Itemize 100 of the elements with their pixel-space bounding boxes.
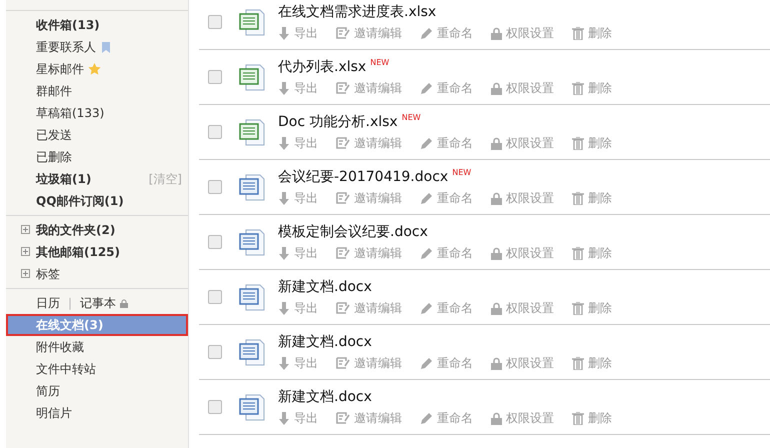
folder-item[interactable]: 星标邮件 [6,58,188,80]
folder-label[interactable]: 其他邮箱(125) [36,244,120,260]
folder-label[interactable]: 重要联系人 [36,38,96,56]
star-icon [88,63,101,75]
folder-item[interactable]: 简历 [6,380,188,402]
folder-item[interactable]: 明信片 [6,402,188,424]
checkbox[interactable] [208,400,222,414]
edit-icon [336,357,350,369]
folder-label[interactable]: 文件中转站 [36,360,96,378]
lock-icon [491,356,502,370]
lock-icon [491,136,502,150]
file-name[interactable]: 代办列表.xlsx [278,58,366,76]
lock-icon [120,298,128,308]
checkbox[interactable] [208,125,222,139]
folder-label[interactable]: 附件收藏 [36,338,84,356]
folder-label[interactable]: 日历 [36,294,60,312]
edit-icon [336,247,350,259]
file-name[interactable]: 新建文档.docx [278,388,372,406]
folder-item[interactable]: 日历 | 记事本 [6,292,188,314]
folder-item[interactable]: QQ邮件订阅(1) [6,190,188,212]
pencil-icon [420,26,433,40]
document-file-icon [238,282,266,312]
pencil-icon [420,412,433,424]
folder-item[interactable]: 附件收藏 [6,336,188,358]
file-name[interactable]: 在线文档需求进度表.xlsx [278,2,436,20]
checkbox[interactable] [208,180,222,194]
trash-icon [572,26,584,40]
notebook-link[interactable]: 记事本 [80,294,116,312]
folder-item[interactable]: 群邮件 [6,80,188,102]
download-icon [278,412,290,424]
trash-icon [572,136,584,150]
folder-item[interactable]: 已发送 [6,124,188,146]
folder-item[interactable]: 已删除 [6,146,188,168]
folder-item[interactable]: 其他邮箱(125) [6,241,188,263]
file-name[interactable]: 新建文档.docx [278,278,372,296]
lock-icon [491,412,502,424]
lock-icon [491,26,502,40]
folder-item[interactable]: 垃圾箱(1) [清空] [6,168,188,190]
new-label: NEW [370,58,390,66]
checkbox[interactable] [208,70,222,84]
folder-label[interactable]: 已删除 [36,148,72,166]
download-icon [278,192,290,204]
folder-label[interactable]: 标签 [36,266,60,282]
download-icon [278,302,290,314]
bookmark-icon [102,42,110,52]
edit-icon [336,82,350,94]
file-name[interactable]: 模板定制会议纪要.docx [278,222,428,240]
trash-icon [572,302,584,314]
lock-icon [491,246,502,260]
trash-icon [572,412,584,424]
pencil-icon [420,192,433,204]
expand-icon[interactable] [21,225,30,234]
trash-icon [572,82,584,94]
folder-item[interactable]: 草稿箱(133) [6,102,188,124]
folder-label[interactable]: 垃圾箱(1) [36,170,92,188]
file-name[interactable]: Doc 功能分析.xlsx [278,112,398,130]
checkbox[interactable] [208,15,222,29]
expand-icon[interactable] [21,247,30,256]
separator-text: | [68,296,72,310]
folder-item[interactable]: 标签 [6,263,188,285]
document-file-icon [238,172,266,202]
document-file-icon [238,337,266,367]
edit-icon [336,412,350,424]
spreadsheet-file-icon [238,62,266,92]
spreadsheet-file-icon [238,117,266,147]
lock-icon [491,302,502,314]
trash-icon [572,356,584,370]
folder-label[interactable]: 草稿箱(133) [36,104,104,122]
checkbox[interactable] [208,345,222,359]
file-name[interactable]: 新建文档.docx [278,332,372,350]
edit-icon [336,302,350,314]
folder-item[interactable]: 重要联系人 [6,36,188,58]
folder-item[interactable]: 文件中转站 [6,358,188,380]
folder-item[interactable]: 我的文件夹(2) [6,219,188,241]
download-icon [278,136,290,150]
file-name[interactable]: 会议纪要-20170419.docx [278,168,448,186]
checkbox[interactable] [208,235,222,249]
lock-icon [491,192,502,204]
folder-label[interactable]: 已发送 [36,126,72,144]
folder-label[interactable]: 群邮件 [36,82,72,100]
folder-label[interactable]: 收件箱(13) [36,16,100,34]
folder-label[interactable]: QQ邮件订阅(1) [36,192,124,210]
edit-icon [336,27,350,39]
new-label: NEW [452,168,472,176]
checkbox[interactable] [208,290,222,304]
download-icon [278,246,290,260]
folder-label[interactable]: 星标邮件 [36,60,84,78]
expand-icon[interactable] [21,269,30,278]
document-file-icon [238,227,266,257]
folder-label[interactable]: 明信片 [36,404,72,422]
folder-item[interactable]: 收件箱(13) [6,14,188,36]
trash-icon [572,192,584,204]
folder-label[interactable]: 我的文件夹(2) [36,222,116,238]
folder-label[interactable]: 简历 [36,382,60,400]
pencil-icon [420,356,433,370]
trash-icon [572,246,584,260]
edit-icon [336,137,350,149]
spreadsheet-file-icon [238,7,266,37]
download-icon [278,26,290,40]
download-icon [278,82,290,94]
